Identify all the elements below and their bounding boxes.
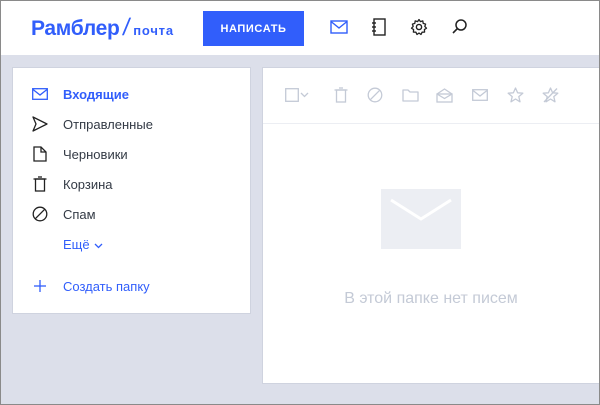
logo-product: почта	[133, 23, 174, 38]
create-folder-label: Создать папку	[63, 278, 150, 294]
mark-read-icon[interactable]	[435, 86, 453, 104]
folder-drafts[interactable]: Черновики	[31, 144, 128, 164]
folder-trash[interactable]: Корзина	[31, 174, 113, 194]
sent-icon	[31, 115, 49, 133]
folder-label: Спам	[63, 206, 96, 222]
mark-unread-icon[interactable]	[471, 86, 489, 104]
folder-sidebar: Входящие Отправленные Черновики Корзина …	[12, 67, 251, 314]
folder-label: Отправленные	[63, 116, 153, 132]
message-list-panel: В этой папке нет писем	[262, 67, 599, 384]
folder-label: Входящие	[63, 86, 129, 102]
empty-mailbox-illustration	[381, 189, 461, 249]
gear-icon[interactable]	[409, 17, 429, 37]
empty-folder-message: В этой папке нет писем	[344, 290, 518, 307]
search-icon[interactable]	[450, 17, 470, 37]
logo[interactable]: Рамблер / почта	[31, 14, 174, 42]
header: Рамблер / почта НАПИСАТЬ	[1, 1, 599, 55]
trash-icon	[31, 175, 49, 193]
folder-label: Корзина	[63, 176, 113, 192]
delete-icon[interactable]	[332, 86, 350, 104]
folder-spam[interactable]: Спам	[31, 204, 96, 224]
chevron-down-icon	[94, 237, 103, 252]
unstar-icon[interactable]	[541, 86, 559, 104]
logo-slash: /	[120, 14, 132, 41]
plus-icon	[31, 277, 49, 295]
logo-brand: Рамблер	[31, 17, 120, 40]
mail-icon[interactable]	[329, 17, 349, 37]
create-folder-button[interactable]: Создать папку	[31, 277, 150, 295]
more-folders-toggle[interactable]: Ещё	[63, 237, 103, 252]
folder-inbox[interactable]: Входящие	[31, 84, 129, 104]
spam-icon[interactable]	[366, 86, 384, 104]
move-to-folder-icon[interactable]	[401, 86, 419, 104]
drafts-icon	[31, 145, 49, 163]
star-icon[interactable]	[506, 86, 524, 104]
folder-sent[interactable]: Отправленные	[31, 114, 153, 134]
folder-label: Черновики	[63, 146, 128, 162]
spam-icon	[31, 205, 49, 223]
message-toolbar	[263, 68, 599, 124]
more-label: Ещё	[63, 237, 90, 252]
inbox-icon	[31, 85, 49, 103]
compose-button[interactable]: НАПИСАТЬ	[203, 11, 304, 46]
chevron-down-icon[interactable]	[298, 86, 310, 104]
contacts-icon[interactable]	[369, 17, 389, 37]
